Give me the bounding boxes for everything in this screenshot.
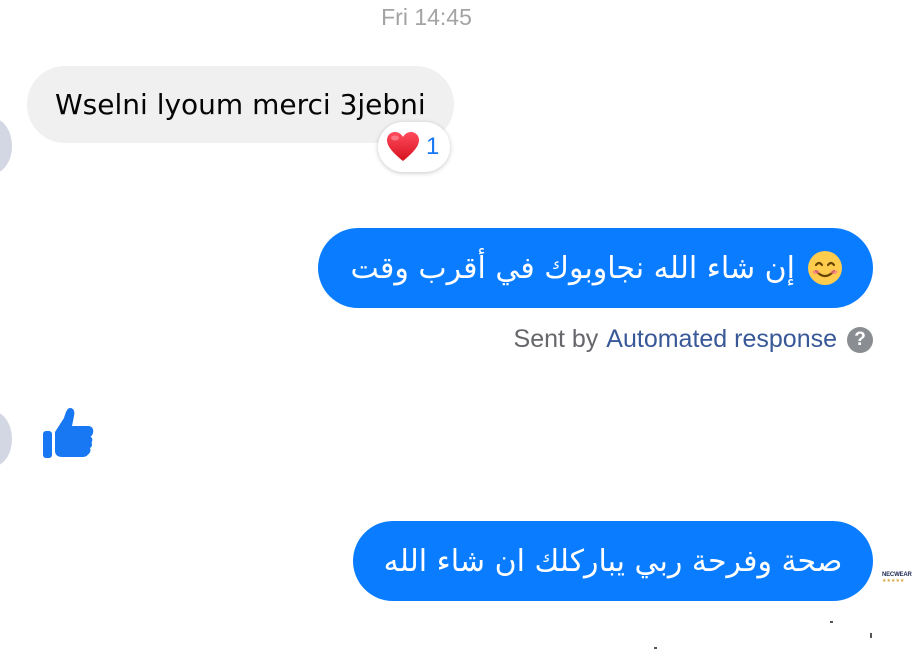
thumbs-up-icon[interactable] [40,405,96,461]
divider-mark [870,633,872,638]
automated-response-link[interactable]: Automated response [606,325,837,354]
sent-by-label: Sent by [513,325,599,353]
sender-avatar[interactable] [0,411,12,467]
automated-response-note: Sent by Automated response ? [514,325,873,354]
heart-icon [387,132,419,161]
message-reaction[interactable]: 1 [378,122,451,172]
reaction-count: 1 [426,133,440,160]
outgoing-message-text: صحة وفرحة ربي يباركلك ان شاء الله [383,543,843,579]
sender-avatar[interactable] [0,118,12,174]
divider-mark [654,647,657,649]
outgoing-message-text: إن شاء الله نجاوبوك في أقرب وقت [350,250,795,286]
divider-mark [830,621,833,623]
seen-avatar: NECWEAR ★★★★★ [882,572,912,588]
smiling-face-icon [808,251,842,285]
outgoing-message-bubble[interactable]: إن شاء الله نجاوبوك في أقرب وقت [318,228,873,308]
outgoing-message-bubble[interactable]: صحة وفرحة ربي يباركلك ان شاء الله [353,521,873,601]
help-icon[interactable]: ? [847,326,873,353]
seen-avatar-stars: ★★★★★ [882,578,905,584]
message-timestamp: Fri 14:45 [381,4,472,30]
incoming-message-text: Wselni lyoum merci 3jebni [55,88,426,121]
